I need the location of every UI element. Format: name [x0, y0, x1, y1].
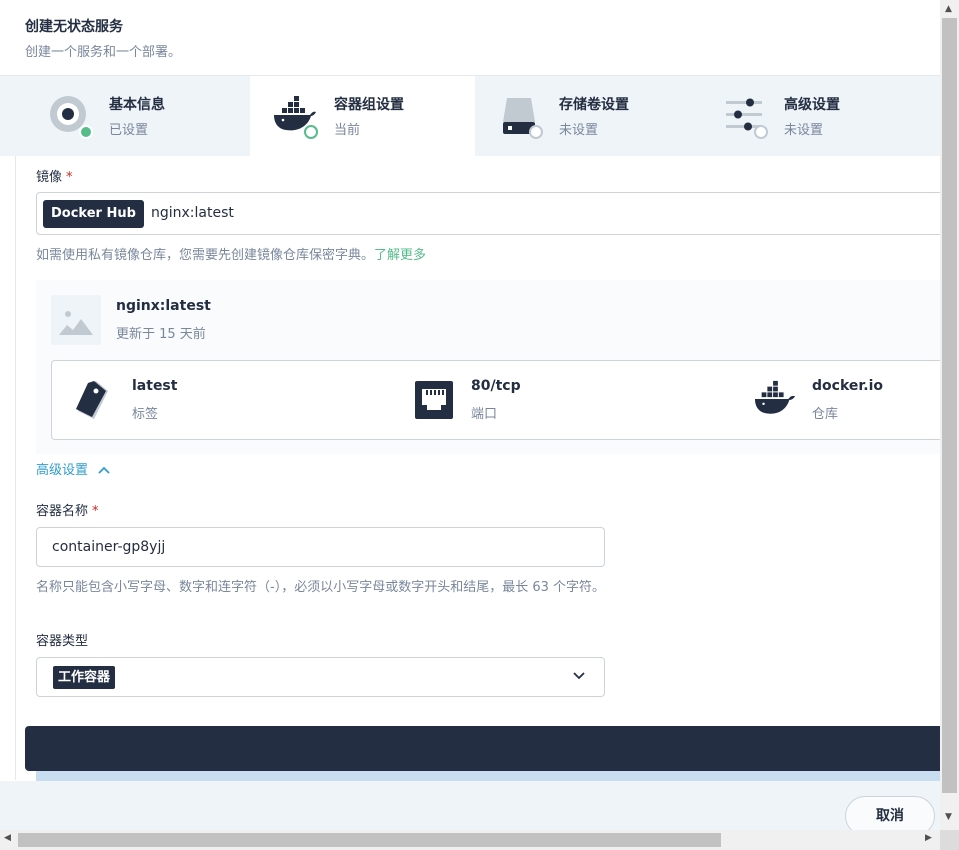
step-title: 存储卷设置	[559, 97, 629, 113]
container-form: 镜像 * Docker Hub nginx:latest 如需使用私有镜像仓库，您…	[15, 156, 941, 780]
image-updated: 更新于 15 天前	[116, 327, 206, 342]
tag-value: latest	[132, 378, 178, 394]
container-name-label: 容器名称 *	[36, 504, 99, 519]
horizontal-scrollbar[interactable]: ◀ ▶	[0, 830, 940, 850]
container-name-hint: 名称只能包含小写字母、数字和连字符（-），必须以小写字母或数字开头和结尾，最长 …	[36, 580, 605, 595]
tag-key: 标签	[132, 407, 159, 422]
step-todo-badge	[529, 125, 543, 139]
container-type-select[interactable]: 工作容器	[36, 657, 605, 697]
bottom-strip	[36, 771, 940, 781]
container-type-value: 工作容器	[53, 666, 116, 689]
ethernet-port-icon	[415, 381, 453, 419]
step-status: 未设置	[784, 123, 824, 138]
step-title: 容器组设置	[334, 97, 404, 113]
dark-action-bar[interactable]	[25, 726, 940, 771]
modal-header: 创建无状态服务 创建一个服务和一个部署。	[0, 0, 940, 76]
scroll-up-icon[interactable]: ▲	[945, 4, 952, 14]
port-value: 80/tcp	[471, 378, 521, 394]
docker-icon	[754, 380, 796, 414]
chevron-up-icon	[98, 466, 110, 474]
scroll-down-icon[interactable]: ▼	[945, 812, 952, 822]
port-key: 端口	[471, 407, 498, 422]
image-name: nginx:latest	[116, 298, 211, 314]
step-current-badge	[304, 125, 318, 139]
scrollbar-corner	[940, 830, 959, 850]
advanced-settings-toggle[interactable]: 高级设置	[36, 459, 110, 478]
step-status: 未设置	[559, 123, 599, 138]
container-name-input[interactable]: container-gp8yjj	[36, 527, 605, 567]
horizontal-scroll-thumb[interactable]	[18, 833, 721, 847]
image-value: nginx:latest	[151, 205, 234, 221]
image-placeholder-icon	[51, 295, 101, 345]
chevron-down-icon	[573, 672, 585, 680]
step-advanced-settings[interactable]: 高级设置 未设置	[700, 76, 925, 156]
step-todo-badge	[754, 125, 768, 139]
step-status: 当前	[334, 123, 361, 138]
scroll-right-icon[interactable]: ▶	[925, 833, 932, 843]
image-details: latest 标签 80/tcp 端口 docker.io 仓库	[51, 360, 941, 440]
step-status: 已设置	[109, 123, 149, 138]
registry-value: docker.io	[812, 378, 884, 394]
container-type-label: 容器类型	[36, 634, 89, 649]
learn-more-link[interactable]: 了解更多	[374, 248, 426, 263]
wizard-steps: 基本信息 已设置 容器组设置 当前 存储卷设置 未设置 高级设置 未设置	[0, 76, 940, 156]
image-info-card: nginx:latest 更新于 15 天前 latest 标签 80/tcp …	[36, 280, 941, 454]
vertical-scroll-thumb[interactable]	[942, 18, 957, 793]
modal-title: 创建无状态服务	[25, 19, 123, 35]
vertical-scrollbar[interactable]: ▲ ▼	[940, 0, 959, 830]
step-container-settings[interactable]: 容器组设置 当前	[250, 76, 475, 156]
image-hint: 如需使用私有镜像仓库，您需要先创建镜像仓库保密字典。了解更多	[36, 248, 427, 263]
step-storage-settings[interactable]: 存储卷设置 未设置	[475, 76, 700, 156]
step-done-badge	[79, 125, 93, 139]
modal-footer: 取消	[0, 781, 940, 836]
step-title: 高级设置	[784, 97, 840, 113]
image-label: 镜像 *	[36, 170, 73, 185]
registry-key: 仓库	[812, 407, 839, 422]
registry-tag[interactable]: Docker Hub	[43, 200, 144, 228]
scroll-left-icon[interactable]: ◀	[4, 833, 11, 843]
modal-description: 创建一个服务和一个部署。	[25, 45, 182, 60]
image-input[interactable]: Docker Hub nginx:latest	[36, 192, 941, 235]
step-title: 基本信息	[109, 97, 165, 113]
step-basic-info[interactable]: 基本信息 已设置	[0, 76, 225, 156]
tag-icon	[76, 381, 108, 419]
advanced-toggle-label: 高级设置	[36, 463, 89, 478]
